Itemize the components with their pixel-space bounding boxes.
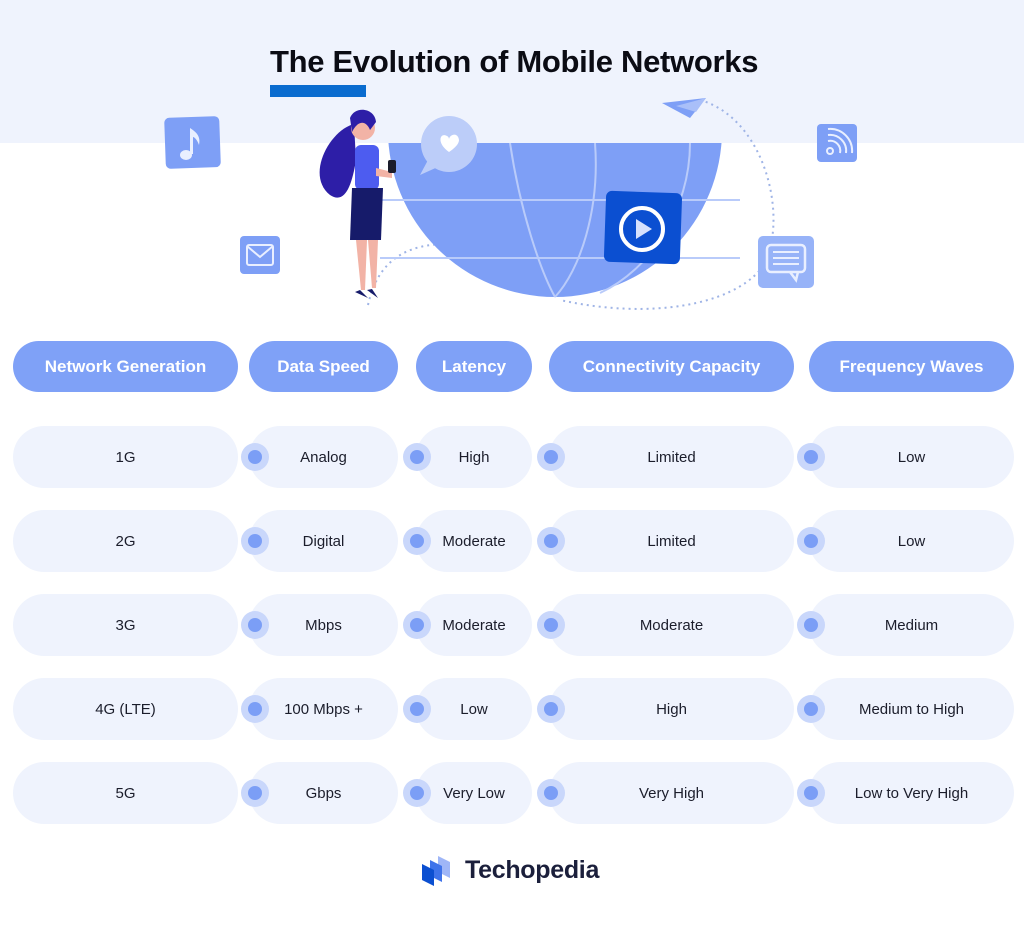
table-cell-data-speed: Analog xyxy=(249,426,398,488)
column-header-frequency-waves: Frequency Waves xyxy=(809,341,1014,392)
bullet-dot-icon xyxy=(797,527,825,555)
column-header-latency: Latency xyxy=(416,341,532,392)
message-icon xyxy=(758,236,814,288)
table-cell-latency: High xyxy=(416,426,532,488)
bullet-dot-icon xyxy=(537,695,565,723)
table-cell-frequency-waves: Low to Very High xyxy=(809,762,1014,824)
table-cell-frequency-waves: Low xyxy=(809,510,1014,572)
bullet-dot-icon xyxy=(797,611,825,639)
table-cell-latency: Very Low xyxy=(416,762,532,824)
table-cell-latency: Moderate xyxy=(416,594,532,656)
table-cell-network-generation: 1G xyxy=(13,426,238,488)
table-cell-connectivity-capacity: Very High xyxy=(549,762,794,824)
bullet-dot-icon xyxy=(403,611,431,639)
table-cell-data-speed: Mbps xyxy=(249,594,398,656)
table-cell-frequency-waves: Medium to High xyxy=(809,678,1014,740)
table-cell-data-speed: Gbps xyxy=(249,762,398,824)
table-cell-network-generation: 4G (LTE) xyxy=(13,678,238,740)
bullet-dot-icon xyxy=(797,779,825,807)
bullet-dot-icon xyxy=(537,779,565,807)
bullet-dot-icon xyxy=(537,527,565,555)
table-cell-data-speed: 100 Mbps + xyxy=(249,678,398,740)
table-cell-latency: Moderate xyxy=(416,510,532,572)
table-cell-connectivity-capacity: Moderate xyxy=(549,594,794,656)
bullet-dot-icon xyxy=(537,443,565,471)
techopedia-logo-icon xyxy=(422,856,450,886)
bullet-dot-icon xyxy=(241,695,269,723)
table-cell-connectivity-capacity: Limited xyxy=(549,510,794,572)
brand-footer: Techopedia xyxy=(420,854,599,886)
bullet-dot-icon xyxy=(403,779,431,807)
bullet-dot-icon xyxy=(403,527,431,555)
bullet-dot-icon xyxy=(241,443,269,471)
play-video-icon xyxy=(603,190,682,265)
column-header-network-generation: Network Generation xyxy=(13,341,238,392)
bullet-dot-icon xyxy=(537,611,565,639)
mail-icon xyxy=(240,236,280,274)
rss-feed-icon xyxy=(817,124,857,162)
table-cell-data-speed: Digital xyxy=(249,510,398,572)
bullet-dot-icon xyxy=(403,695,431,723)
woman-with-phone-figure xyxy=(319,109,396,298)
bullet-dot-icon xyxy=(797,695,825,723)
bullet-dot-icon xyxy=(403,443,431,471)
table-cell-connectivity-capacity: Limited xyxy=(549,426,794,488)
brand-name: Techopedia xyxy=(465,855,600,884)
music-note-icon xyxy=(164,116,221,169)
table-cell-frequency-waves: Low xyxy=(809,426,1014,488)
table-cell-latency: Low xyxy=(416,678,532,740)
table-cell-connectivity-capacity: High xyxy=(549,678,794,740)
table-cell-frequency-waves: Medium xyxy=(809,594,1014,656)
bullet-dot-icon xyxy=(241,527,269,555)
bullet-dot-icon xyxy=(241,611,269,639)
paper-plane-icon xyxy=(662,98,706,118)
column-header-connectivity-capacity: Connectivity Capacity xyxy=(549,341,794,392)
illustration xyxy=(164,98,857,310)
table-cell-network-generation: 5G xyxy=(13,762,238,824)
bullet-dot-icon xyxy=(241,779,269,807)
table-cell-network-generation: 2G xyxy=(13,510,238,572)
table-cell-network-generation: 3G xyxy=(13,594,238,656)
bullet-dot-icon xyxy=(797,443,825,471)
column-header-data-speed: Data Speed xyxy=(249,341,398,392)
